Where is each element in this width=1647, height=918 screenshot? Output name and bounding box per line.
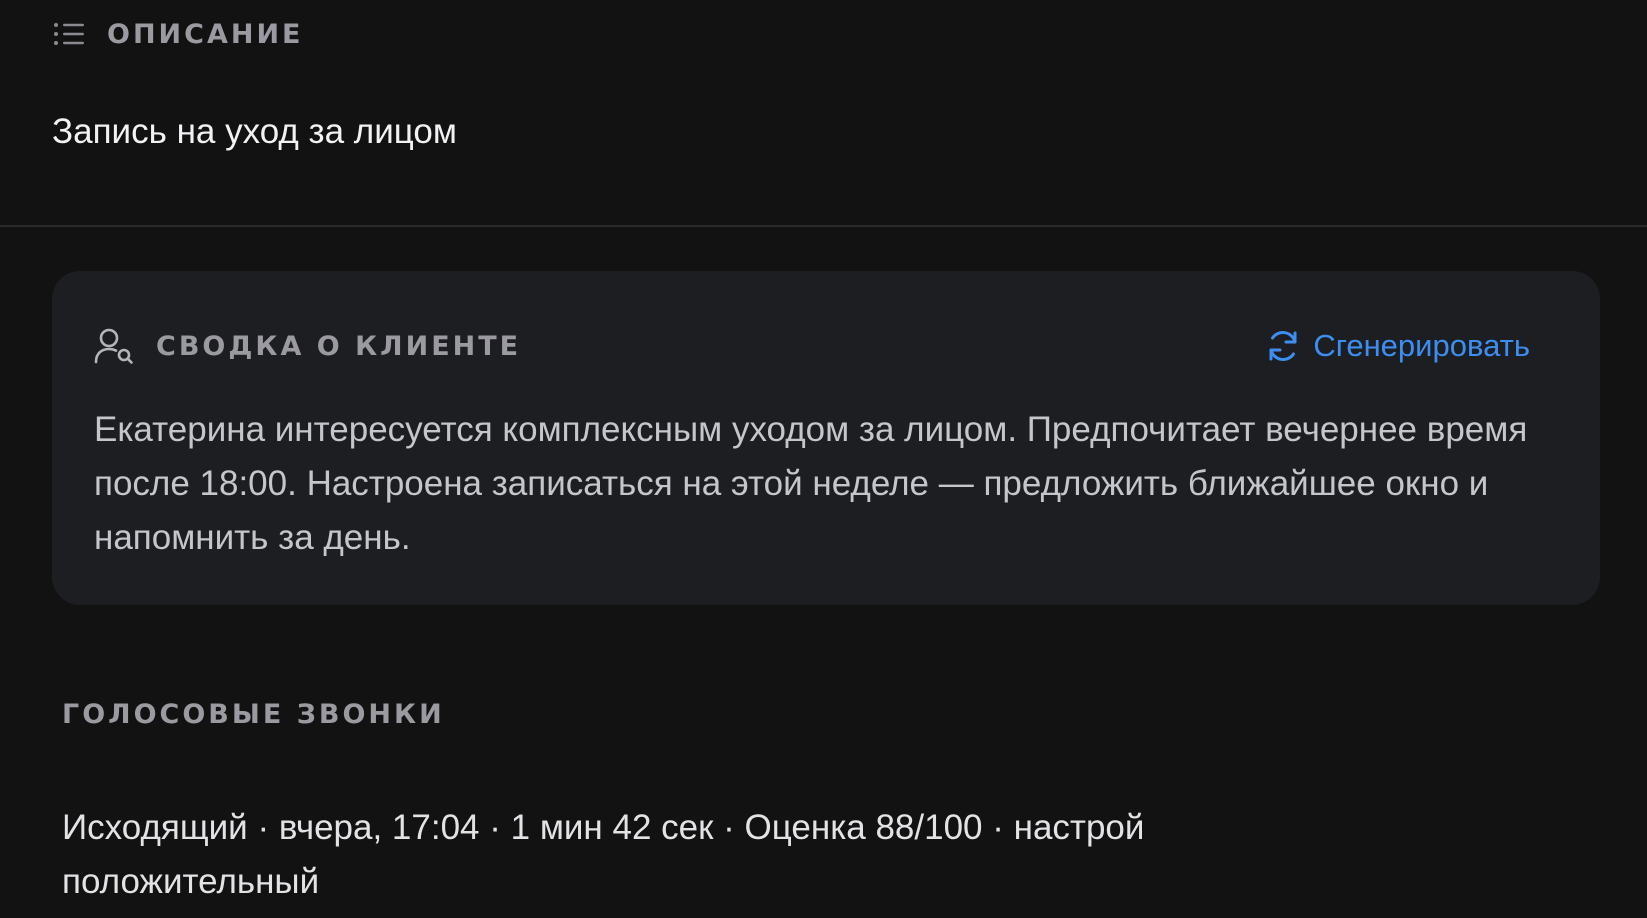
generate-label: Сгенерировать (1313, 328, 1530, 363)
user-search-icon (94, 327, 134, 365)
voice-calls-header: ГОЛОСОВЫЕ ЗВОНКИ (62, 694, 445, 734)
client-details-panel: ОПИСАНИЕ Запись на уход за лицом СВОДКА … (0, 0, 1647, 918)
generate-button[interactable]: Сгенерировать (1265, 325, 1530, 367)
call-list-item[interactable]: Исходящий · вчера, 17:04 · 1 мин 42 сек … (62, 801, 1362, 909)
list-icon (53, 21, 85, 47)
client-summary-title: СВОДКА О КЛИЕНТЕ (156, 330, 522, 362)
client-summary-text: Екатерина интересуется комплексным уходо… (94, 410, 1528, 557)
description-header: ОПИСАНИЕ (53, 14, 304, 54)
client-summary-card: СВОДКА О КЛИЕНТЕ Сгенерировать Екатерина… (52, 271, 1600, 605)
description-title: ОПИСАНИЕ (107, 18, 304, 50)
voice-calls-title: ГОЛОСОВЫЕ ЗВОНКИ (62, 698, 445, 730)
client-summary-header: СВОДКА О КЛИЕНТЕ (94, 325, 521, 367)
refresh-icon (1265, 328, 1301, 364)
section-divider (0, 225, 1647, 227)
description-text: Запись на уход за лицом (52, 112, 457, 151)
